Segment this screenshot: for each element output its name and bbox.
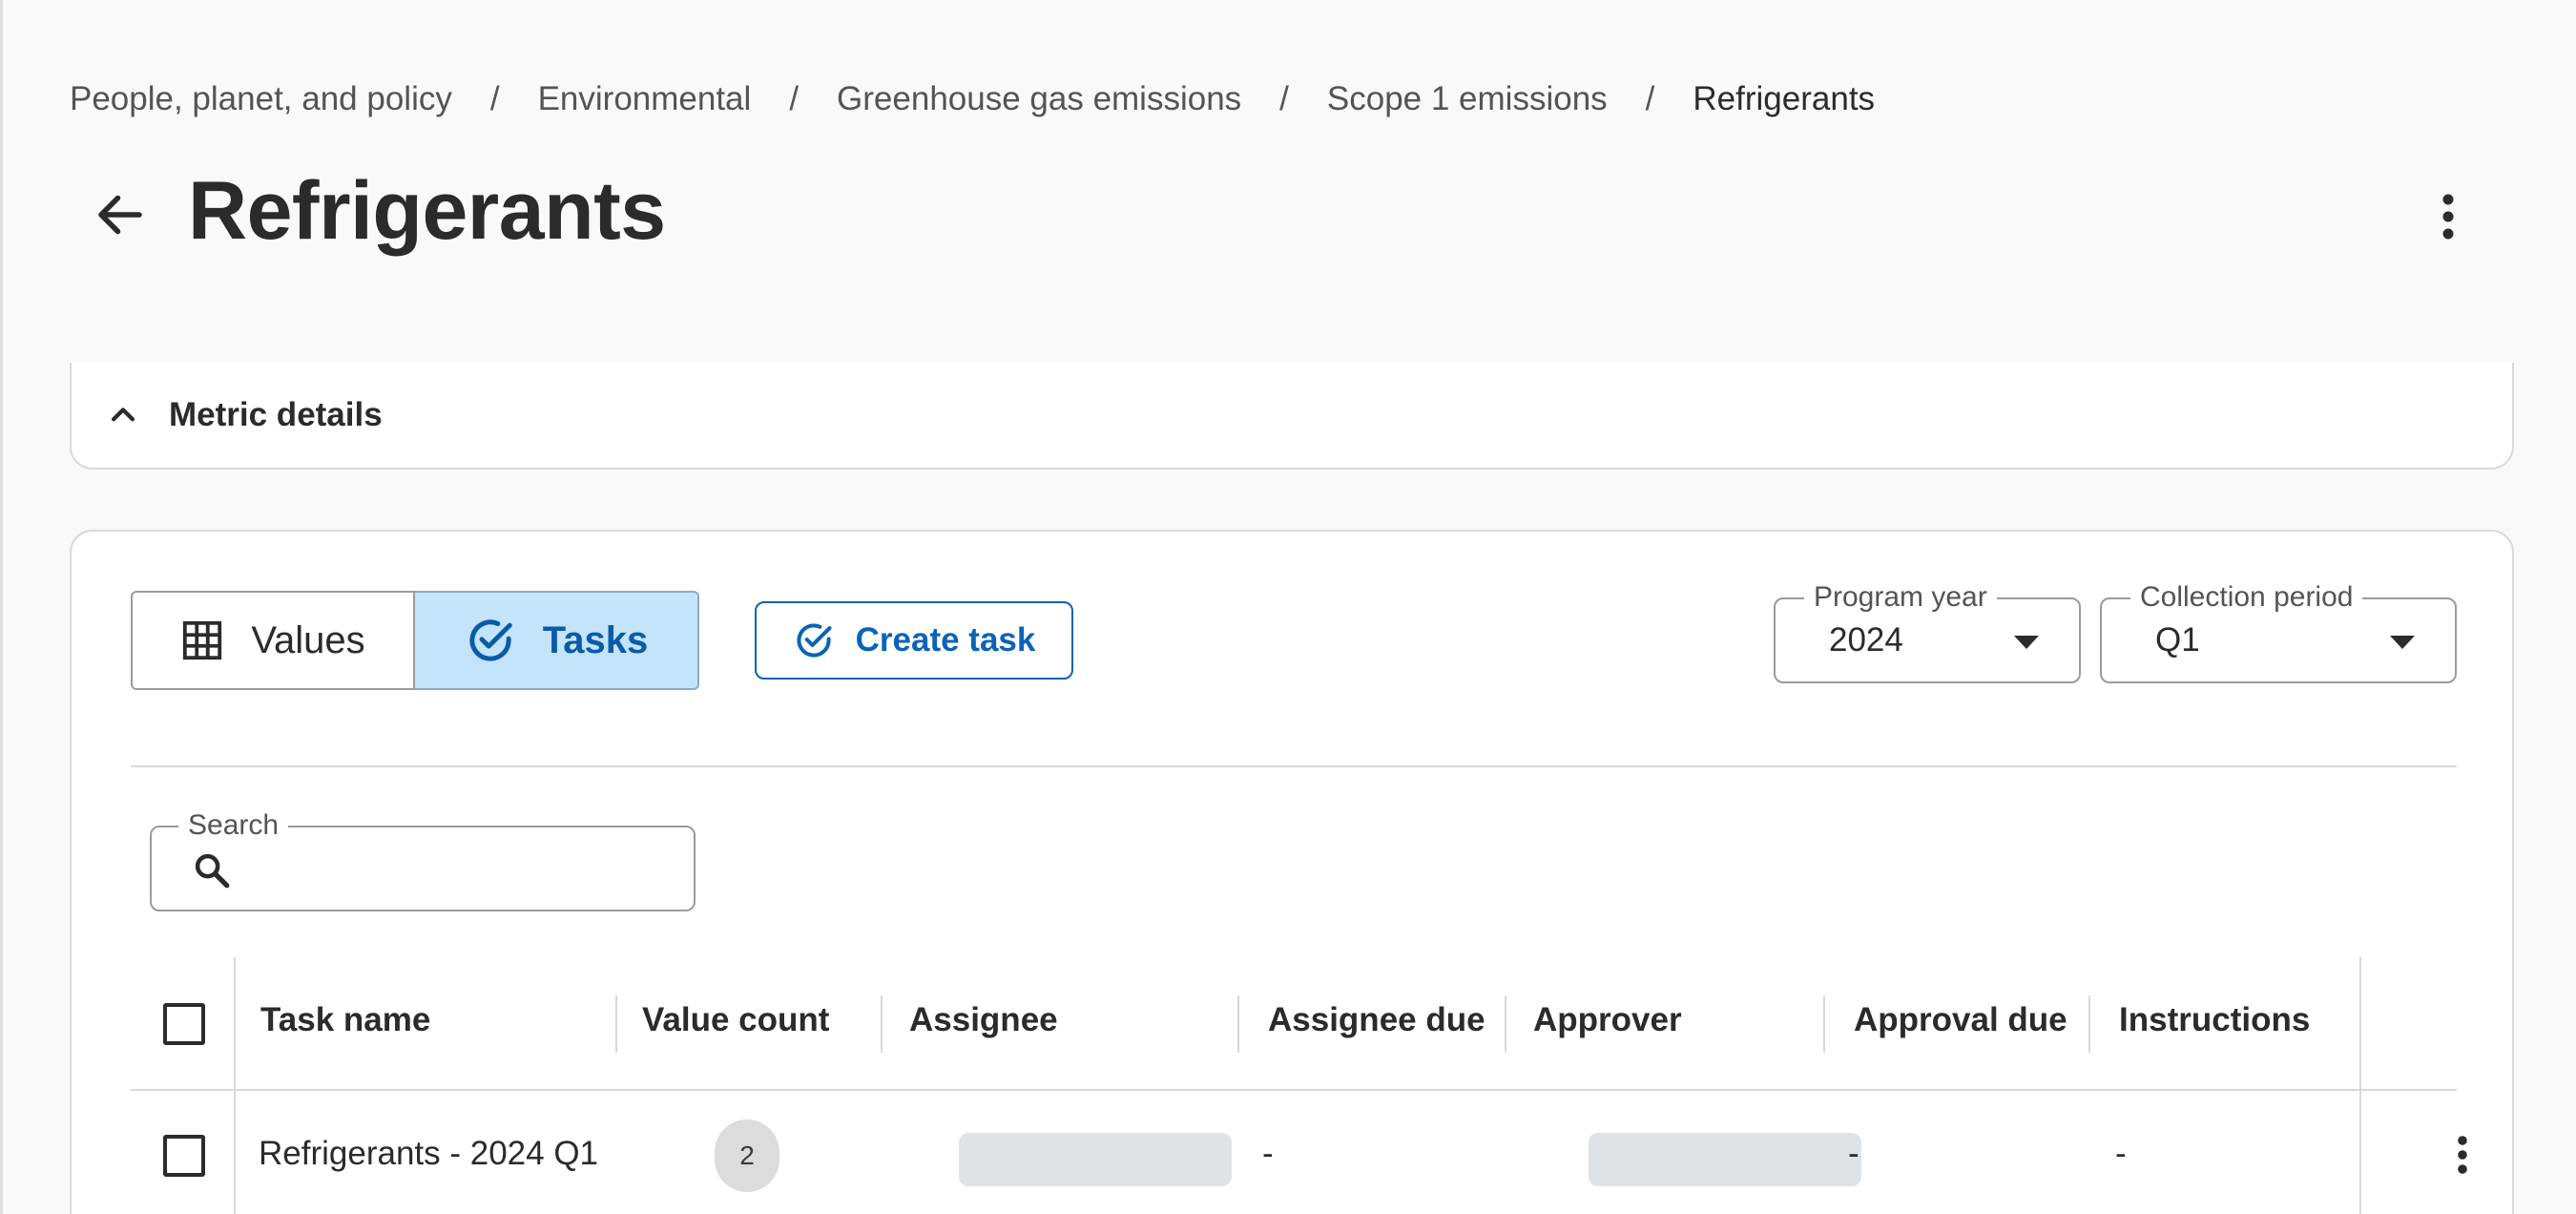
row-menu-button[interactable]	[2443, 1125, 2482, 1184]
column-resize-handle[interactable]	[1237, 995, 1239, 1053]
search-label: Search	[178, 808, 289, 843]
program-year-label: Program year	[1804, 580, 1997, 615]
values-tab[interactable]: Values	[131, 591, 415, 690]
metric-details-label: Metric details	[169, 396, 383, 433]
column-header-instructions[interactable]: Instructions	[2119, 1001, 2310, 1039]
tasks-table: Task name Value count Assignee Assignee …	[131, 957, 2467, 1214]
column-header-approver[interactable]: Approver	[1533, 1001, 1682, 1039]
collection-period-label: Collection period	[2130, 580, 2363, 615]
select-all-checkbox[interactable]	[163, 1003, 205, 1045]
check-circle-icon	[797, 623, 832, 658]
metric-details-toggle[interactable]: Metric details	[70, 363, 2514, 470]
breadcrumb-separator: /	[789, 80, 800, 117]
column-resize-handle[interactable]	[2088, 995, 2090, 1053]
column-header-value-count[interactable]: Value count	[642, 1001, 829, 1039]
column-resize-handle[interactable]	[1505, 995, 1506, 1053]
table-row[interactable]: Refrigerants - 2024 Q1 2 - - -	[131, 1091, 2467, 1214]
breadcrumb-separator: /	[1645, 80, 1655, 117]
value-count-badge: 2	[715, 1120, 779, 1192]
breadcrumb-item-people-planet-policy[interactable]: People, planet, and policy	[70, 80, 452, 118]
collection-period-select[interactable]: Collection period Q1	[2100, 580, 2457, 683]
page-menu-button[interactable]	[2424, 187, 2472, 246]
breadcrumb-separator: /	[1279, 80, 1289, 117]
values-tab-label: Values	[251, 618, 365, 661]
breadcrumb-item-current: Refrigerants	[1693, 80, 1876, 117]
caret-down-icon	[2390, 636, 2415, 649]
breadcrumb-separator: /	[489, 80, 500, 117]
tasks-tab-label: Tasks	[542, 618, 649, 661]
task-name-cell[interactable]: Refrigerants - 2024 Q1	[259, 1135, 598, 1173]
column-header-assignee[interactable]: Assignee	[909, 1001, 1058, 1039]
search-icon	[195, 853, 230, 889]
section-divider	[131, 765, 2457, 767]
view-toggle: Values Tasks	[131, 591, 699, 690]
column-header-assignee-due[interactable]: Assignee due	[1268, 1001, 1485, 1039]
create-task-label: Create task	[855, 621, 1036, 659]
column-resize-handle[interactable]	[881, 995, 883, 1053]
breadcrumb-item-ghg-emissions[interactable]: Greenhouse gas emissions	[837, 80, 1241, 118]
instructions-cell: -	[2115, 1135, 2127, 1172]
row-checkbox[interactable]	[163, 1135, 205, 1177]
back-button[interactable]	[87, 181, 154, 248]
tasks-panel: Values Tasks Create task Program year 20…	[70, 530, 2514, 1214]
assignee-placeholder	[959, 1133, 1232, 1186]
breadcrumb-item-scope-1[interactable]: Scope 1 emissions	[1327, 80, 1608, 118]
chevron-up-icon	[104, 396, 142, 434]
collection-period-value: Q1	[2155, 621, 2200, 659]
more-vertical-icon	[2458, 1136, 2467, 1174]
create-task-button[interactable]: Create task	[755, 601, 1073, 680]
page-title: Refrigerants	[188, 165, 666, 257]
search-field: Search	[150, 808, 696, 911]
column-resize-handle[interactable]	[1823, 995, 1825, 1053]
approval-due-cell: -	[1848, 1135, 1859, 1172]
check-circle-icon	[469, 619, 512, 661]
program-year-value: 2024	[1829, 621, 1903, 659]
assignee-due-cell: -	[1262, 1135, 1274, 1172]
arrow-left-icon	[98, 195, 142, 235]
column-header-approval-due[interactable]: Approval due	[1854, 1001, 2067, 1039]
caret-down-icon	[2014, 636, 2039, 649]
breadcrumb: People, planet, and policy / Environment…	[70, 80, 1875, 118]
table-header: Task name Value count Assignee Assignee …	[131, 957, 2457, 1091]
column-resize-handle[interactable]	[615, 995, 617, 1053]
column-header-task-name[interactable]: Task name	[260, 1001, 430, 1039]
more-vertical-icon	[2442, 194, 2454, 240]
program-year-select[interactable]: Program year 2024	[1774, 580, 2081, 683]
grid-icon	[183, 620, 222, 660]
search-input[interactable]	[247, 843, 667, 896]
approver-placeholder	[1589, 1133, 1861, 1186]
tasks-tab[interactable]: Tasks	[415, 591, 699, 690]
breadcrumb-item-environmental[interactable]: Environmental	[538, 80, 752, 118]
